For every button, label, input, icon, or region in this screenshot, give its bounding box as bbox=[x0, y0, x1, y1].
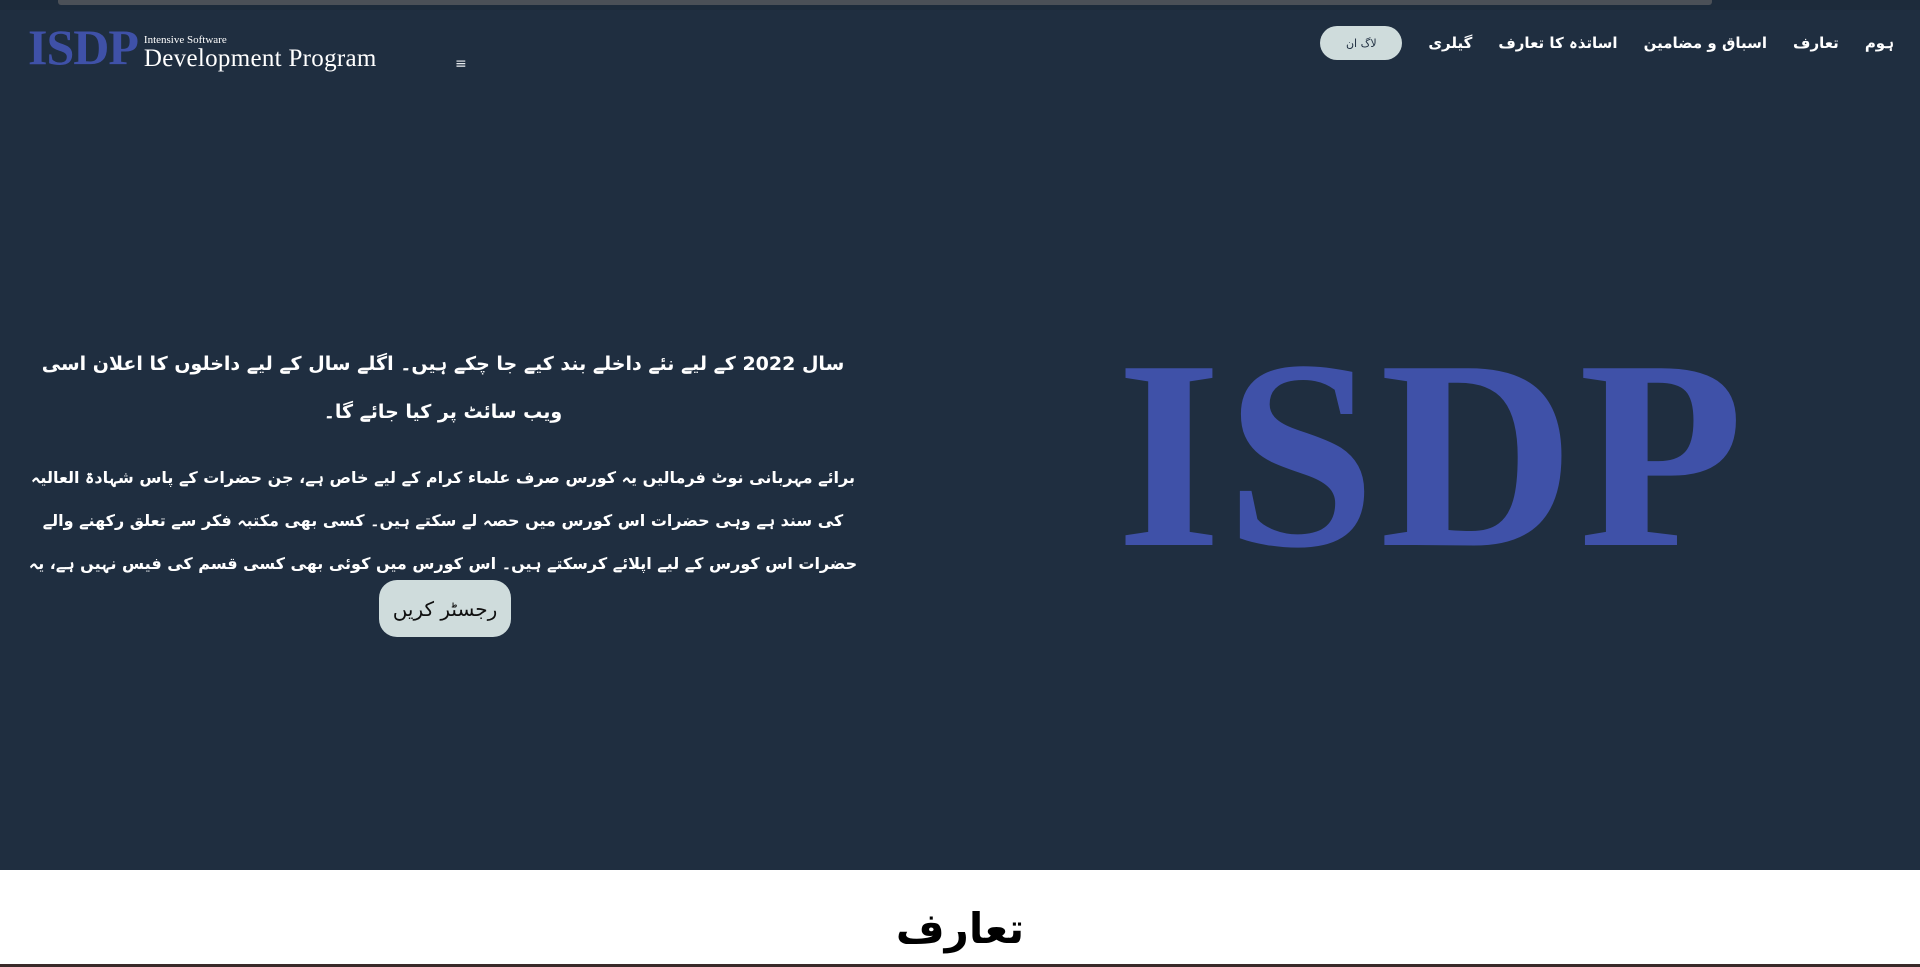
hero-logo: ISDP bbox=[1116, 305, 1748, 604]
site-logo[interactable]: ISDP Intensive Software Development Prog… bbox=[28, 22, 377, 72]
page: ISDP Intensive Software Development Prog… bbox=[0, 0, 1920, 967]
nav-item-gallery[interactable]: گیلری bbox=[1428, 34, 1472, 52]
intro-heading: تعارف bbox=[895, 904, 1025, 953]
intro-section: تعارف bbox=[0, 870, 1920, 967]
site-header: ISDP Intensive Software Development Prog… bbox=[0, 10, 1920, 82]
main-nav: لاگ ان گیلری اساتذہ کا تعارف اسباق و مضا… bbox=[1294, 26, 1894, 60]
nav-item-home[interactable]: ہوم bbox=[1865, 34, 1894, 52]
logo-mark: ISDP bbox=[28, 19, 139, 75]
admission-notice: سال 2022 کے لیے نئے داخلے بند کیے جا چکے… bbox=[41, 353, 845, 423]
logo-title: Development Program bbox=[143, 45, 377, 72]
browser-top-strip bbox=[0, 0, 1920, 10]
nav-item-teachers[interactable]: اساتذہ کا تعارف bbox=[1498, 34, 1617, 52]
nav-item-lessons[interactable]: اسباق و مضامین bbox=[1644, 34, 1767, 52]
login-button[interactable]: لاگ ان bbox=[1320, 26, 1403, 60]
register-button[interactable]: رجسٹر کریں bbox=[379, 580, 511, 637]
top-scroll-bar bbox=[58, 0, 1712, 5]
logo-text: Intensive Software Development Program bbox=[144, 34, 377, 72]
nav-item-about[interactable]: تعارف bbox=[1793, 34, 1839, 52]
hamburger-menu-icon[interactable]: ≡ bbox=[455, 56, 467, 72]
